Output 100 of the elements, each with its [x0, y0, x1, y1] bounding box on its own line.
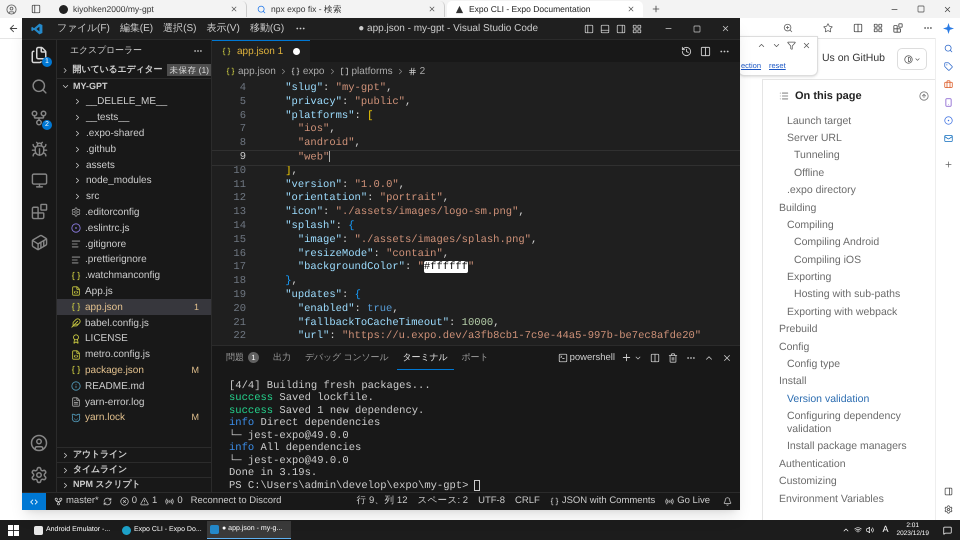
folder-item[interactable]: .expo-shared	[57, 126, 211, 142]
terminal-icon[interactable]	[558, 352, 568, 363]
toc-link[interactable]: Hosting with sub-paths	[779, 286, 929, 304]
settings-icon[interactable]	[30, 466, 48, 484]
bug-icon[interactable]	[30, 141, 48, 158]
menu-item[interactable]: 表示(V)	[201, 21, 245, 36]
search-icon[interactable]	[944, 44, 952, 53]
file-item[interactable]: .eslintrc.js	[57, 220, 211, 236]
sync-icon[interactable]	[102, 497, 112, 506]
profile-icon[interactable]	[6, 4, 17, 14]
file-item[interactable]: yarn-error.log	[57, 394, 211, 410]
notifications-icon[interactable]	[723, 497, 732, 506]
file-item[interactable]: babel.config.js	[57, 315, 211, 331]
layout-icon[interactable]	[632, 24, 642, 34]
discord-status[interactable]: Reconnect to Discord	[190, 494, 282, 509]
panel-tab[interactable]: 出力	[267, 346, 297, 370]
toc-link[interactable]: Exporting with webpack	[779, 304, 929, 321]
search-icon[interactable]	[30, 78, 48, 95]
browser-tab[interactable]: kiyohken2000/my-gpt	[51, 1, 247, 17]
split-terminal-icon[interactable]	[650, 352, 660, 363]
file-item[interactable]: app.json 1	[57, 299, 211, 316]
status-item[interactable]: UTF-8	[478, 494, 505, 509]
filter-icon[interactable]	[787, 41, 796, 50]
panel-tab[interactable]: デバッグ コンソール	[299, 346, 395, 370]
folder-item[interactable]: node_modules	[57, 172, 211, 189]
close-icon[interactable]	[943, 4, 952, 14]
folder-item[interactable]: __tests__	[57, 110, 211, 126]
maximize-icon[interactable]	[917, 5, 925, 13]
tag-icon[interactable]	[944, 62, 952, 71]
add-icon[interactable]	[944, 160, 952, 169]
menu-item[interactable]: ファイル(F)	[52, 21, 115, 36]
file-item[interactable]: App.js	[57, 284, 211, 300]
toggle-secondary-sidebar-icon[interactable]	[616, 24, 626, 34]
toc-link[interactable]: Install	[779, 373, 929, 390]
breadcrumb-item[interactable]: 2	[420, 64, 426, 78]
volume-icon[interactable]	[866, 526, 874, 534]
file-item[interactable]: .watchmanconfig	[57, 268, 211, 284]
toc-link[interactable]: Compiling iOS	[779, 252, 929, 269]
file-item[interactable]: metro.config.js	[57, 346, 211, 363]
toc-link[interactable]: Config type	[779, 356, 929, 374]
toc-link[interactable]: Compiling	[779, 216, 929, 234]
breadcrumb-item[interactable]: platforms	[352, 64, 393, 78]
folder-item[interactable]: assets	[57, 157, 211, 173]
previous-icon[interactable]	[757, 41, 766, 50]
status-item[interactable]: JSON with Comments	[562, 494, 656, 509]
close-icon[interactable]	[627, 5, 635, 13]
ports-count[interactable]: 0	[177, 494, 183, 509]
next-icon[interactable]	[772, 41, 781, 50]
zoom-icon[interactable]	[783, 23, 793, 33]
close-icon[interactable]	[230, 5, 238, 13]
status-item[interactable]: Go Live	[677, 494, 710, 509]
collections-icon[interactable]	[873, 23, 883, 33]
container-icon[interactable]	[30, 234, 48, 251]
ime-indicator[interactable]: A	[882, 523, 888, 537]
branch-status[interactable]: master*	[66, 494, 99, 509]
folder-item[interactable]: __DELELE_ME__	[57, 94, 211, 110]
file-item[interactable]: .gitignore	[57, 236, 211, 252]
explorer-icon[interactable]	[30, 46, 48, 64]
toggle-sidebar-icon[interactable]	[584, 24, 594, 34]
folder-item[interactable]: src	[57, 188, 211, 205]
panel-tab[interactable]: ターミナル	[396, 346, 454, 370]
file-item[interactable]: package.json M	[57, 362, 211, 378]
file-item[interactable]: .editorconfig	[57, 204, 211, 220]
source-control-icon[interactable]	[30, 109, 48, 127]
monitor-icon[interactable]	[30, 172, 48, 189]
open-editors-header[interactable]: 開いているエディター 未保存 (1)	[57, 62, 211, 78]
warning-count[interactable]: 1	[152, 494, 158, 509]
file-item[interactable]: README.md	[57, 378, 211, 394]
browser-tab[interactable]: Expo CLI - Expo Documentation	[447, 1, 643, 17]
error-count[interactable]: 0	[132, 494, 138, 509]
star-icon[interactable]	[823, 23, 833, 33]
close-icon[interactable]	[802, 41, 811, 50]
extensions-icon[interactable]	[893, 23, 903, 33]
breadcrumb-item[interactable]: expo	[302, 64, 324, 78]
tab-actions-icon[interactable]	[31, 4, 41, 14]
windows-logo[interactable]	[8, 524, 19, 536]
menu-item[interactable]: 移動(G)	[244, 21, 290, 36]
menu-item[interactable]: 選択(S)	[158, 21, 202, 36]
split-screen-icon[interactable]	[853, 23, 863, 33]
folder-item[interactable]: .github	[57, 141, 211, 158]
close-icon[interactable]	[722, 352, 732, 363]
back-icon[interactable]	[8, 22, 19, 34]
browser-tab[interactable]: npx expo fix - 検索	[249, 1, 445, 17]
toc-link[interactable]: Exporting	[779, 268, 929, 286]
phone-icon[interactable]	[944, 98, 952, 107]
trash-icon[interactable]	[668, 352, 678, 363]
toc-link[interactable]: Server URL	[779, 130, 929, 148]
toc-link[interactable]: Authentication	[779, 456, 929, 473]
account-icon[interactable]	[30, 434, 48, 452]
remote-button[interactable]	[22, 493, 46, 510]
scroll-top-icon[interactable]	[919, 91, 929, 102]
mail-icon[interactable]	[944, 134, 952, 143]
status-item[interactable]: スペース: 2	[418, 494, 468, 509]
briefcase-icon[interactable]	[944, 80, 952, 89]
menu-item[interactable]: 編集(E)	[114, 21, 158, 36]
github-link[interactable]: Us on GitHub	[822, 51, 885, 67]
extensions-icon[interactable]	[30, 203, 48, 220]
toc-link[interactable]: Environment Variables	[779, 490, 929, 508]
toc-link[interactable]: Offline	[779, 164, 929, 182]
theme-button[interactable]	[897, 48, 927, 70]
